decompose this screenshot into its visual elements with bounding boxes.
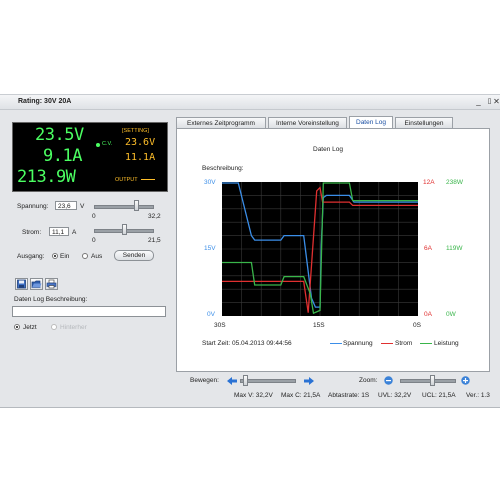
spannung-slider-thumb[interactable] <box>134 200 140 211</box>
status-version: Ver.: 1.3 <box>466 392 490 399</box>
y-mid-tick-top: 12A <box>423 179 435 186</box>
strom-unit: A <box>72 229 77 236</box>
status-max-c: Max C: 21,5A <box>281 392 321 399</box>
x-tick-left: 30S <box>214 322 226 329</box>
status-uvl: UVL: 32,2V <box>378 392 412 399</box>
spannung-label: Spannung: <box>17 203 49 210</box>
bewegen-label: Bewegen: <box>190 377 219 384</box>
aus-label: Aus <box>91 253 103 260</box>
legend-strom-swatch <box>381 343 393 344</box>
status-ucl: UCL: 21,5A <box>422 392 456 399</box>
tab-einstellungen[interactable]: Einstellungen <box>395 117 453 128</box>
jetzt-radio[interactable] <box>14 324 20 330</box>
log-description-label: Daten Log Beschreibung: <box>14 296 88 303</box>
legend-spannung-swatch <box>330 343 342 344</box>
tab-externes-zeitprogramm[interactable]: Externes Zeitprogramm <box>176 117 266 128</box>
arrow-right-icon[interactable] <box>304 377 314 385</box>
spannung-slider-track[interactable] <box>94 205 154 209</box>
chart-svg <box>222 182 418 316</box>
zoom-in-icon[interactable] <box>461 376 470 385</box>
legend-leistung-swatch <box>420 343 432 344</box>
x-tick-mid: 15S <box>313 322 325 329</box>
spannung-max: 32,2 <box>148 213 161 220</box>
lcd-output-label: OUTPUT <box>115 177 138 183</box>
lcd-set-voltage: 23.6V <box>125 137 156 148</box>
tab-interne-voreinstellung[interactable]: Interne Voreinstellung <box>268 117 347 128</box>
y-left-tick-top: 30V <box>204 179 216 186</box>
hinterher-label: Hinterher <box>60 324 87 331</box>
y-mid-tick-bottom: 0A <box>424 311 432 318</box>
output-switch-icon <box>141 179 155 180</box>
y-mid-tick-mid: 6A <box>424 245 432 252</box>
lcd-setting-label: [SETTING] <box>122 128 149 134</box>
save-icon[interactable] <box>15 278 28 290</box>
x-tick-right: 0S <box>413 322 421 329</box>
title-bar: Rating: 30V 20A _ ▯ ✕ <box>0 95 500 110</box>
arrow-left-icon[interactable] <box>227 377 237 385</box>
cv-indicator-icon <box>96 143 100 147</box>
chart-description-label: Beschreibung: <box>202 165 244 172</box>
chart-plot-area <box>222 182 418 316</box>
senden-button[interactable]: Senden <box>114 250 154 261</box>
zoom-slider-track[interactable] <box>400 379 456 383</box>
jetzt-label: Jetzt <box>23 324 37 331</box>
y-right-tick-top: 238W <box>446 179 463 186</box>
window-title: Rating: 30V 20A <box>18 98 72 105</box>
strom-slider-thumb[interactable] <box>122 224 128 235</box>
zoom-label: Zoom: <box>359 377 378 384</box>
minimize-button[interactable]: _ <box>474 97 483 106</box>
start-time: Start Zeit: 05.04.2013 09:44:56 <box>202 340 292 347</box>
y-right-tick-bottom: 0W <box>446 311 456 318</box>
hinterher-radio[interactable] <box>51 324 57 330</box>
close-button[interactable]: ✕ <box>492 97 500 106</box>
strom-max: 21,5 <box>148 237 161 244</box>
aus-radio[interactable] <box>82 253 88 259</box>
ausgang-label: Ausgang: <box>17 253 45 260</box>
tab-daten-log[interactable]: Daten Log <box>349 116 393 128</box>
bewegen-slider-thumb[interactable] <box>243 375 249 386</box>
zoom-out-icon[interactable] <box>384 376 393 385</box>
lcd-power: 213.9W <box>17 167 76 187</box>
lcd-current: 9.1A <box>43 146 82 166</box>
lcd-set-current: 11.1A <box>125 152 156 163</box>
strom-input[interactable]: 11,1 <box>49 227 69 236</box>
spannung-min: 0 <box>92 213 96 220</box>
log-description-input[interactable] <box>12 306 166 317</box>
zoom-slider-thumb[interactable] <box>430 375 436 386</box>
open-folder-icon[interactable] <box>30 278 43 290</box>
lcd-voltage: 23.5V <box>35 125 84 145</box>
strom-label: Strom: <box>22 229 42 236</box>
lcd-display: 23.5V 9.1A 213.9W [SETTING] C.V. 23.6V 1… <box>12 122 168 192</box>
spannung-input[interactable]: 23,6 <box>55 201 77 210</box>
legend-strom: Strom <box>395 340 413 347</box>
y-left-tick-mid: 15V <box>204 245 216 252</box>
chart-title: Daten Log <box>313 146 343 153</box>
print-icon[interactable] <box>45 278 58 290</box>
legend-leistung: Leistung <box>434 340 459 347</box>
y-right-tick-mid: 119W <box>446 245 463 252</box>
y-left-tick-bottom: 0V <box>207 311 215 318</box>
lcd-mode: C.V. <box>102 141 113 147</box>
status-abtastrate: Abtastrate: 1S <box>328 392 370 399</box>
spannung-unit: V <box>80 203 85 210</box>
ein-label: Ein <box>60 253 70 260</box>
strom-min: 0 <box>92 237 96 244</box>
ein-radio[interactable] <box>52 253 58 259</box>
bewegen-slider-track[interactable] <box>240 379 296 383</box>
legend-spannung: Spannung <box>343 340 373 347</box>
status-max-v: Max V: 32,2V <box>234 392 273 399</box>
